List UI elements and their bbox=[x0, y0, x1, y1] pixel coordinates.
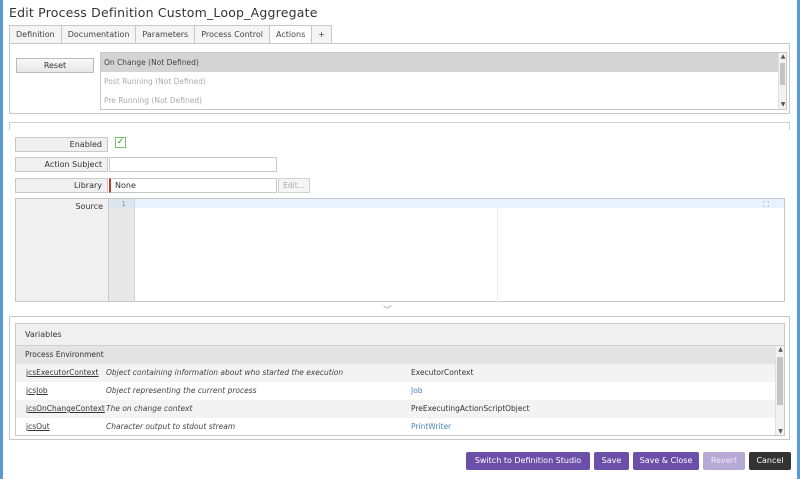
tab-bar: Definition Documentation Parameters Proc… bbox=[9, 25, 332, 44]
action-subject-label: Action Subject bbox=[15, 157, 108, 172]
library-select[interactable]: None bbox=[109, 178, 277, 193]
variables-panel: Variables Process Environment jcsExecuto… bbox=[15, 323, 785, 436]
variables-scrollbar[interactable]: ▲ ▼ bbox=[775, 346, 784, 435]
source-editor-box: Source 1 ⛶ bbox=[15, 198, 785, 302]
checkmark-icon: ✓ bbox=[116, 137, 125, 147]
variables-group-header: Process Environment bbox=[16, 346, 784, 364]
action-list-scrollbar[interactable]: ▲ ▼ bbox=[778, 53, 786, 109]
action-item-on-change[interactable]: On Change (Not Defined) bbox=[101, 53, 786, 72]
table-row: jcsJob Object representing the current p… bbox=[16, 382, 784, 400]
scrollbar-thumb[interactable] bbox=[777, 357, 783, 405]
editor-print-margin bbox=[497, 208, 498, 302]
revert-button[interactable]: Revert bbox=[703, 452, 745, 470]
table-row: jcsOnChangeContext The on change context… bbox=[16, 400, 784, 418]
fullscreen-icon[interactable]: ⛶ bbox=[763, 200, 769, 210]
save-button[interactable]: Save bbox=[594, 452, 629, 470]
variable-type-link[interactable]: Job bbox=[411, 382, 423, 400]
chevron-down-icon[interactable]: ﹀ bbox=[383, 307, 392, 316]
table-row: jcsExecutorContext Object containing inf… bbox=[16, 364, 784, 382]
line-number: 1 bbox=[109, 199, 134, 208]
variable-name-link[interactable]: jcsOnChangeContext bbox=[26, 400, 105, 418]
add-tab-button[interactable]: + bbox=[311, 25, 332, 44]
variable-name-link[interactable]: jcsOut bbox=[26, 418, 50, 435]
enabled-checkbox[interactable]: ✓ bbox=[115, 137, 126, 148]
actions-panel: Reset On Change (Not Defined) Post Runni… bbox=[9, 43, 790, 114]
switch-to-definition-studio-button[interactable]: Switch to Definition Studio bbox=[466, 452, 590, 470]
scrollbar-thumb[interactable] bbox=[780, 63, 785, 85]
action-item-pre-running[interactable]: Pre Running (Not Defined) bbox=[101, 91, 786, 109]
variable-type: ExecutorContext bbox=[411, 368, 474, 377]
action-list[interactable]: On Change (Not Defined) Post Running (No… bbox=[100, 52, 787, 110]
dialog-title: Edit Process Definition Custom_Loop_Aggr… bbox=[9, 5, 318, 20]
table-row: jcsOut Character output to stdout stream… bbox=[16, 418, 784, 435]
line-number-gutter: 1 bbox=[109, 199, 135, 301]
scroll-up-icon[interactable]: ▲ bbox=[776, 346, 784, 354]
library-label: Library bbox=[15, 178, 108, 193]
cancel-button[interactable]: Cancel bbox=[749, 452, 791, 470]
action-subject-input[interactable] bbox=[109, 157, 277, 172]
variable-name-link[interactable]: jcsExecutorContext bbox=[26, 364, 99, 382]
variable-description: Object representing the current process bbox=[106, 386, 257, 395]
variables-header: Variables bbox=[16, 324, 784, 346]
variable-type-link[interactable]: PrintWriter bbox=[411, 418, 451, 435]
variable-name-link[interactable]: jcsJob bbox=[26, 382, 48, 400]
enabled-label: Enabled bbox=[15, 137, 108, 152]
variable-description: The on change context bbox=[106, 404, 193, 413]
variable-description: Character output to stdout stream bbox=[106, 422, 236, 431]
action-item-post-running[interactable]: Post Running (Not Defined) bbox=[101, 72, 786, 91]
variable-type: PreExecutingActionScriptObject bbox=[411, 404, 530, 413]
scroll-up-icon[interactable]: ▲ bbox=[779, 53, 786, 61]
window-left-border bbox=[0, 0, 3, 479]
tab-parameters[interactable]: Parameters bbox=[135, 25, 195, 44]
tab-process-control[interactable]: Process Control bbox=[194, 25, 270, 44]
source-code-editor[interactable]: ⛶ bbox=[135, 199, 784, 302]
source-label: Source bbox=[16, 199, 109, 301]
active-line bbox=[135, 199, 784, 208]
scroll-down-icon[interactable]: ▼ bbox=[776, 428, 784, 435]
library-edit-button[interactable]: Edit... bbox=[278, 178, 310, 193]
save-close-button[interactable]: Save & Close bbox=[633, 452, 699, 470]
tab-definition[interactable]: Definition bbox=[9, 25, 61, 44]
variables-table: jcsExecutorContext Object containing inf… bbox=[16, 364, 784, 435]
scroll-down-icon[interactable]: ▼ bbox=[779, 101, 786, 109]
section-divider bbox=[9, 122, 790, 130]
reset-button[interactable]: Reset bbox=[16, 58, 94, 73]
tab-documentation[interactable]: Documentation bbox=[60, 25, 136, 44]
tab-actions[interactable]: Actions bbox=[269, 25, 312, 44]
variable-description: Object containing information about who … bbox=[106, 368, 344, 377]
